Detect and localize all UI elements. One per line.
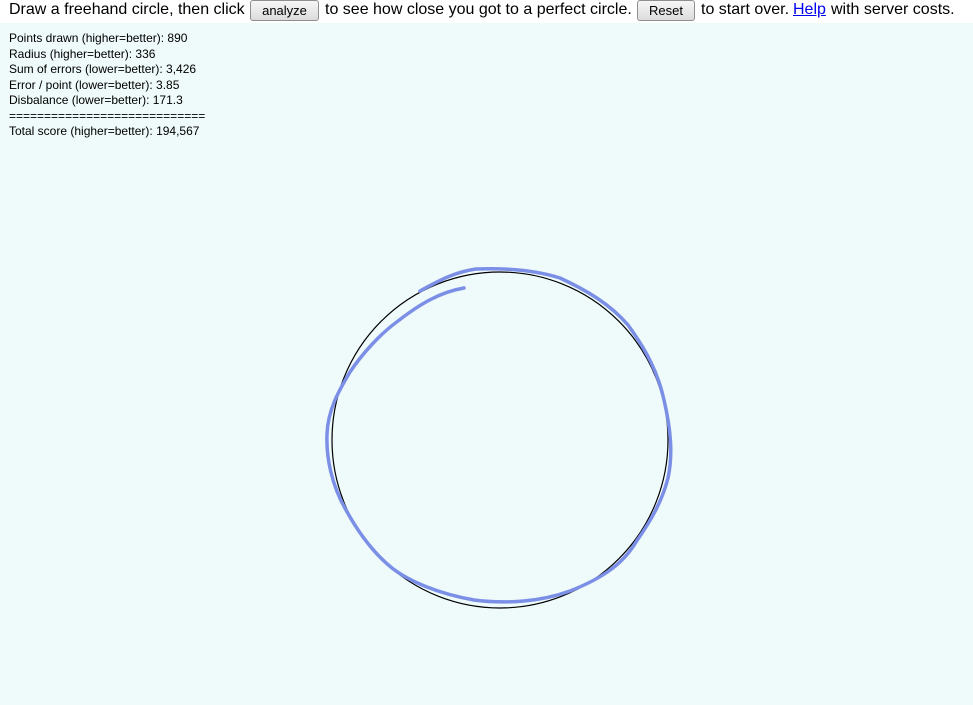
stat-sum-of-errors: Sum of errors (lower=better): 3,426 — [9, 62, 197, 76]
stat-radius: Radius (higher=better): 336 — [9, 46, 156, 61]
stat-points-drawn: Points drawn (higher=better): 890 — [9, 31, 188, 45]
stat-total-score: Total score (higher=better): 194,567 — [9, 124, 200, 138]
freehand-circle-path — [325, 267, 673, 604]
stat-separator: ============================ — [9, 108, 206, 123]
stat-error-per-point: Error / point (lower=better): 3.85 — [9, 77, 180, 92]
stat-disbalance: Disbalance (lower=better): 171.3 — [9, 93, 183, 107]
score-stats: Points drawn (higher=better): 890 Radius… — [9, 31, 205, 140]
